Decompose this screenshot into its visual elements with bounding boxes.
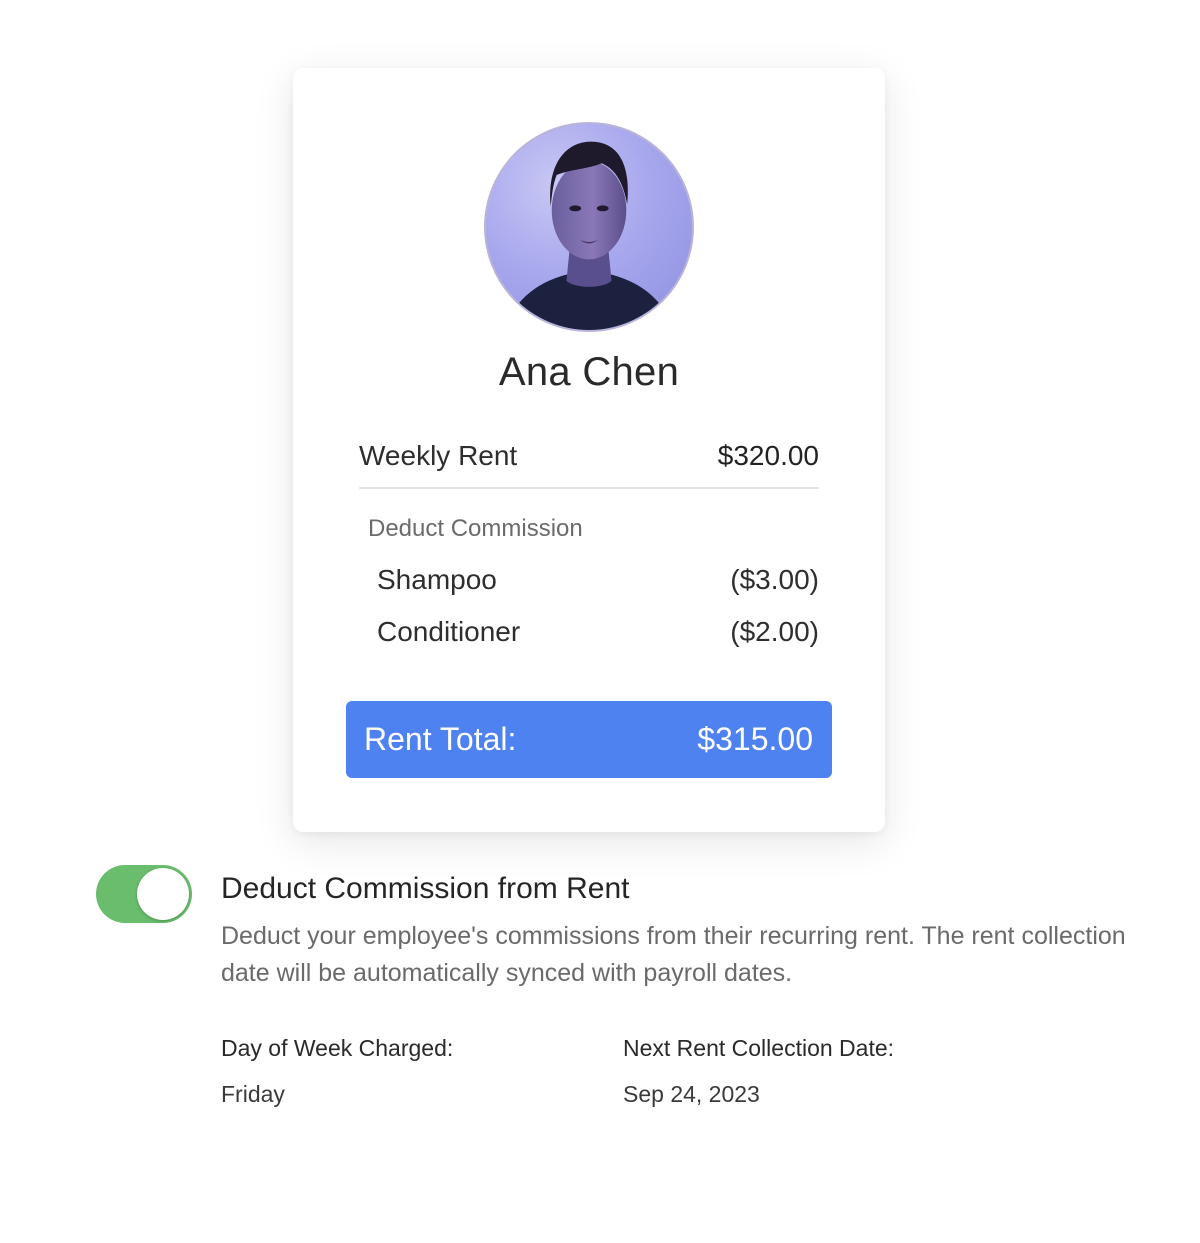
deduct-commission-heading: Deduct Commission (368, 515, 583, 542)
setting-description: Deduct your employee's commissions from … (221, 922, 1126, 987)
deduct-commission-toggle[interactable] (96, 865, 192, 923)
commission-item-row: Shampoo ($3.00) (377, 564, 819, 596)
avatar (484, 122, 694, 332)
toggle-knob (137, 868, 189, 920)
rent-total-amount: $315.00 (697, 721, 813, 757)
rent-total-label: Rent Total: (364, 721, 517, 757)
commission-item-row: Conditioner ($2.00) (377, 616, 819, 648)
rent-summary-card: Ana Chen Weekly Rent $320.00 Deduct Comm… (293, 68, 885, 832)
commission-item-amount: ($3.00) (730, 564, 819, 595)
commission-item-label: Shampoo (377, 564, 497, 595)
day-of-week-value: Friday (221, 1081, 285, 1107)
next-collection-value: Sep 24, 2023 (623, 1081, 760, 1107)
commission-item-label: Conditioner (377, 616, 521, 647)
next-collection-label: Next Rent Collection Date: (623, 1035, 895, 1061)
commission-item-amount: ($2.00) (730, 616, 819, 647)
rent-total-bar: Rent Total: $315.00 (346, 701, 832, 778)
setting-title: Deduct Commission from Rent (221, 872, 630, 905)
weekly-rent-amount: $320.00 (717, 440, 819, 471)
day-of-week-label: Day of Week Charged: (221, 1035, 454, 1061)
divider (359, 487, 819, 489)
employee-name: Ana Chen (498, 350, 680, 394)
portrait-image (505, 141, 673, 330)
weekly-rent-row: Weekly Rent $320.00 (359, 440, 819, 472)
page: Ana Chen Weekly Rent $320.00 Deduct Comm… (0, 0, 1200, 1243)
weekly-rent-label: Weekly Rent (359, 440, 518, 471)
